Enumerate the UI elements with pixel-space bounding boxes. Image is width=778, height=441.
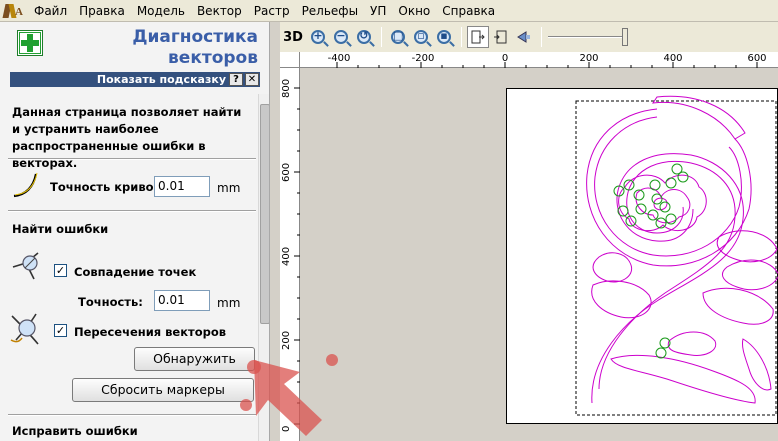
panel-title-line2: векторов	[168, 48, 258, 68]
ruler-h-label: -200	[411, 53, 435, 64]
vertical-ruler: 800 600 400 200 0	[280, 68, 300, 441]
intersections-label: Пересечения векторов	[74, 325, 227, 339]
vector-drawing[interactable]	[507, 89, 778, 425]
divider	[8, 210, 256, 212]
ruler-v-label: 0	[281, 425, 292, 432]
error-marker	[625, 215, 637, 227]
vector-doctor-icon	[17, 30, 43, 56]
panel-title-line1: Диагностика	[132, 27, 258, 47]
divider	[8, 414, 256, 416]
detect-button[interactable]: Обнаружить	[134, 347, 255, 371]
zoom-selection-icon: ▫	[414, 29, 428, 44]
curve-accuracy-unit: mm	[217, 181, 241, 195]
scrollbar-thumb[interactable]	[260, 104, 269, 324]
zoom-in-icon: +	[311, 29, 325, 44]
error-marker	[655, 347, 667, 359]
ruler-h-label: 0	[501, 53, 509, 64]
app-logo-icon: A	[2, 2, 23, 20]
tolerance-label: Точность:	[78, 295, 143, 309]
snap-grid-button[interactable]	[467, 26, 489, 48]
menu-window[interactable]: Окно	[392, 0, 436, 22]
page-description: Данная страница позволяет найти и устран…	[12, 105, 242, 170]
zoom-slider-track[interactable]	[548, 36, 624, 38]
zoom-box-icon: ▪	[437, 29, 451, 44]
ruler-v-label: 600	[281, 162, 292, 182]
menu-bitmap[interactable]: Растр	[248, 0, 296, 22]
zoom-previous-icon: ↺	[357, 29, 371, 44]
toolbar-separator	[461, 27, 462, 47]
menu-vector[interactable]: Вектор	[191, 0, 248, 22]
tolerance-unit: mm	[217, 296, 241, 310]
intersections-checkbox[interactable]: ✓	[54, 324, 67, 337]
help-icon[interactable]: ?	[229, 73, 243, 86]
zoom-out-icon: −	[334, 29, 348, 44]
find-errors-heading: Найти ошибки	[12, 222, 109, 236]
ruler-v-label: 200	[281, 330, 292, 350]
panel-content: Данная страница позволяет найти и устран…	[0, 94, 258, 441]
curve-accuracy-icon	[13, 172, 38, 198]
menu-file[interactable]: Файл	[28, 0, 73, 22]
menu-bar: A Файл Правка Модель Вектор Растр Рельеф…	[0, 0, 778, 22]
vector-doctor-panel: Диагностика векторов Показать подсказку …	[0, 22, 270, 441]
show-hint-bar[interactable]: Показать подсказку ? ✕	[10, 72, 260, 87]
zoom-in-button[interactable]: +	[307, 26, 329, 48]
zoom-slider-thumb[interactable]	[622, 28, 628, 46]
coincident-points-label: Совпадение точек	[74, 265, 197, 279]
zoom-all-button[interactable]: □	[387, 26, 409, 48]
zoom-selection-button[interactable]: ▫	[410, 26, 432, 48]
menu-edit[interactable]: Правка	[73, 0, 131, 22]
zoom-all-icon: □	[391, 29, 405, 44]
zoom-out-button[interactable]: −	[330, 26, 352, 48]
material-sheet	[506, 88, 778, 424]
menu-toolpaths[interactable]: УП	[364, 0, 392, 22]
ruler-h-ticks	[336, 62, 758, 68]
ruler-h-label: 200	[579, 53, 599, 64]
ruler-corner	[280, 52, 300, 68]
coincident-points-checkbox[interactable]: ✓	[54, 264, 67, 277]
zoom-box-button[interactable]: ▪	[433, 26, 455, 48]
ruler-h-label: 600	[747, 53, 767, 64]
vector-outline[interactable]	[586, 95, 778, 404]
ruler-h-label: -400	[327, 53, 351, 64]
reset-markers-button[interactable]: Сбросить маркеры	[72, 378, 254, 402]
align-button[interactable]	[490, 26, 512, 48]
error-marker	[649, 179, 661, 191]
intersections-icon	[10, 313, 39, 345]
selection-bounding-box	[575, 100, 777, 416]
panel-header: Диагностика векторов	[0, 22, 269, 72]
view-3d-button[interactable]: 3D	[280, 26, 306, 48]
curve-accuracy-label: Точность кривой	[50, 180, 162, 194]
align-icon	[494, 30, 507, 44]
show-hint-label[interactable]: Показать подсказку	[97, 73, 226, 86]
menu-help[interactable]: Справка	[436, 0, 501, 22]
snap-grid-icon	[471, 30, 485, 44]
tolerance-input[interactable]: 0.01	[154, 290, 210, 311]
error-marker	[659, 201, 671, 213]
close-icon[interactable]: ✕	[245, 73, 259, 86]
panel-scrollbar[interactable]	[258, 94, 269, 441]
view-toolbar: 3D + − ↺ □ ▫ ▪	[280, 22, 778, 52]
ruler-v-label: 400	[281, 246, 292, 266]
panel-title: Диагностика векторов	[78, 27, 258, 69]
fix-errors-heading: Исправить ошибки	[12, 424, 138, 438]
menu-model[interactable]: Модель	[131, 0, 191, 22]
curve-accuracy-input[interactable]: 0.01	[154, 176, 210, 197]
divider	[8, 158, 256, 160]
error-marker	[665, 177, 677, 189]
2d-view-canvas[interactable]	[300, 68, 778, 441]
toolbar-separator	[381, 27, 382, 47]
ruler-v-label: 800	[281, 78, 292, 98]
toolbar-separator	[541, 27, 542, 47]
horizontal-ruler: -400 -200 0 200 400 600	[300, 52, 778, 68]
error-marker	[677, 171, 689, 183]
menu-reliefs[interactable]: Рельефы	[296, 0, 364, 22]
ruler-h-label: 400	[663, 53, 683, 64]
view-direction-icon	[517, 31, 530, 43]
view-direction-button[interactable]	[513, 26, 535, 48]
zoom-previous-button[interactable]: ↺	[353, 26, 375, 48]
error-marker	[635, 203, 647, 215]
coincident-points-icon	[12, 252, 39, 280]
